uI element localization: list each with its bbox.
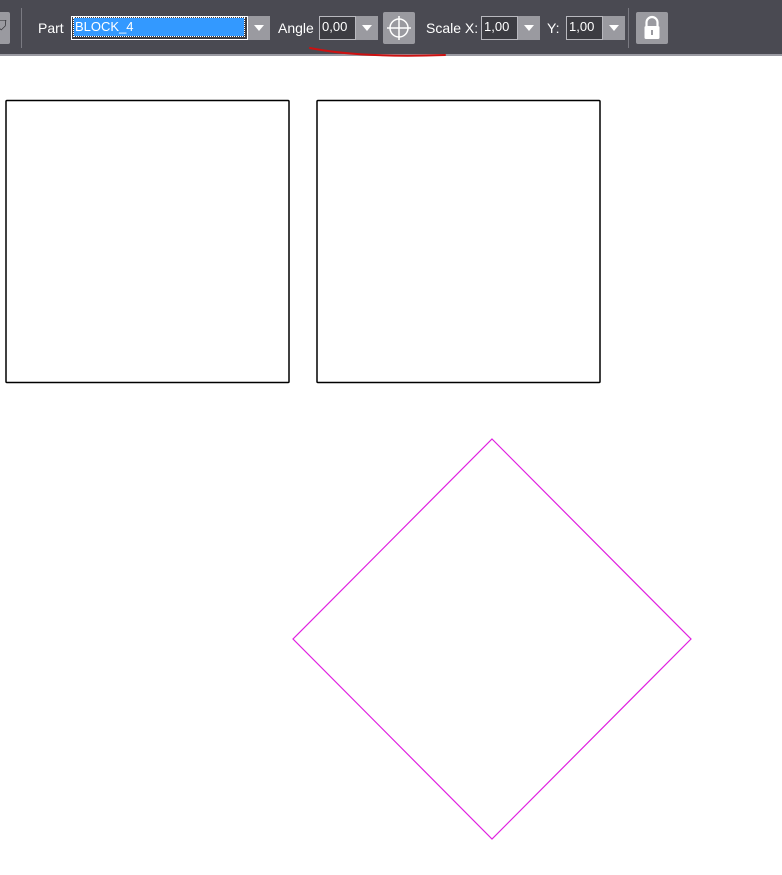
shield-icon[interactable]: ⛉ — [0, 12, 10, 44]
scale-x-combobox[interactable]: 1,00 — [481, 16, 540, 40]
part-rotated-square-selected[interactable] — [292, 438, 692, 840]
angle-label: Angle — [278, 20, 314, 36]
part-square-right[interactable] — [316, 99, 601, 384]
chevron-down-icon[interactable] — [603, 16, 625, 40]
chevron-down-icon[interactable] — [248, 16, 270, 40]
drawing-canvas[interactable] — [0, 58, 782, 870]
scale-y-label: Y: — [547, 20, 560, 36]
part-square-left[interactable] — [5, 99, 290, 384]
part-value: BLOCK_4 — [73, 17, 245, 37]
scale-y-combobox[interactable]: 1,00 — [566, 16, 625, 40]
scale-y-field[interactable]: 1,00 — [566, 16, 603, 40]
crosshair-icon[interactable] — [383, 12, 415, 44]
part-label: Part — [38, 20, 64, 36]
chevron-down-icon[interactable] — [518, 16, 540, 40]
scale-x-label: Scale X: — [426, 20, 479, 36]
part-combobox[interactable]: BLOCK_4 — [71, 16, 270, 40]
chevron-down-icon[interactable] — [356, 16, 378, 40]
toolbar-separator — [628, 8, 629, 48]
angle-combobox[interactable]: 0,00 — [319, 16, 378, 40]
toolbar-separator — [21, 8, 22, 48]
part-field[interactable]: BLOCK_4 — [71, 16, 248, 40]
angle-field[interactable]: 0,00 — [319, 16, 356, 40]
scale-x-field[interactable]: 1,00 — [481, 16, 518, 40]
lock-icon[interactable] — [636, 12, 668, 44]
